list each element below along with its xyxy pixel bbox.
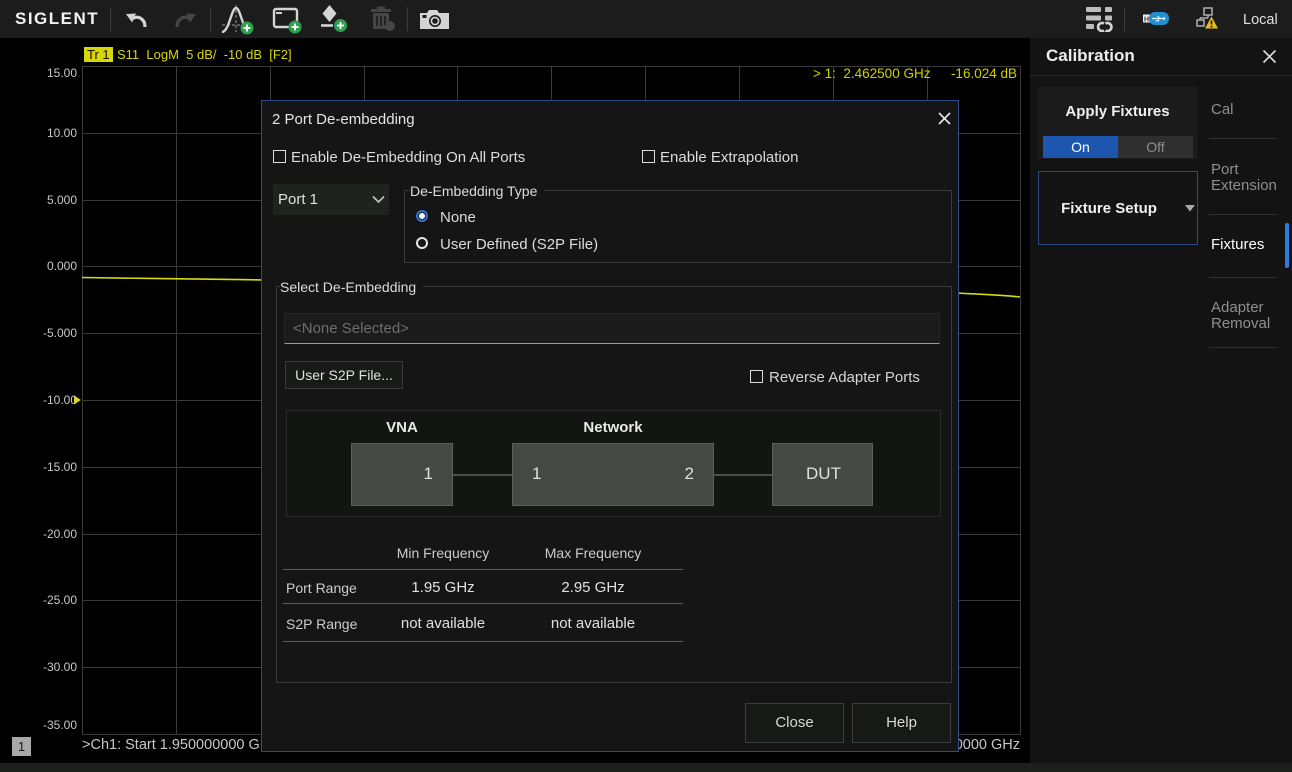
svg-text:H: H — [1144, 17, 1149, 24]
